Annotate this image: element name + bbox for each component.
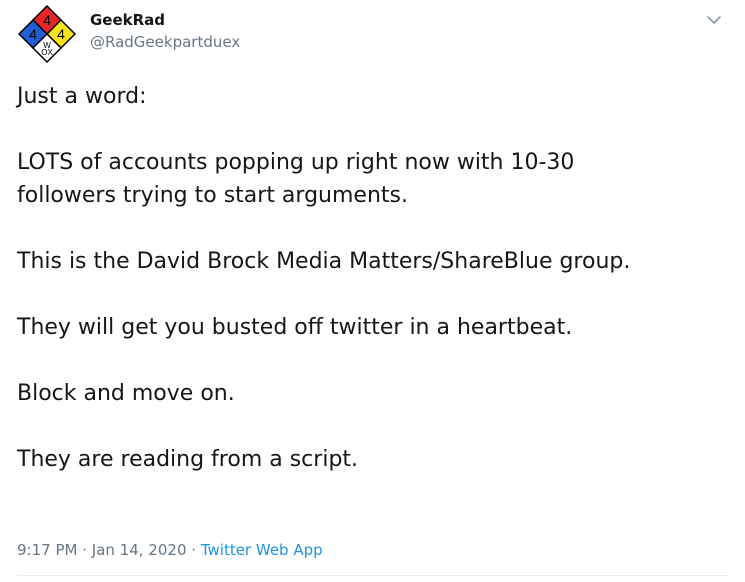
- tweet-card: 4 4 4 W OX GeekRad @RadGeekpartduex Just…: [0, 0, 745, 582]
- tweet-line: Just a word:: [17, 84, 147, 109]
- tweet-line: They will get you busted off twitter in …: [17, 315, 573, 340]
- tweet-text: Just a word: LOTS of accounts popping up…: [17, 80, 732, 476]
- tweet-line: LOTS of accounts popping up right now wi…: [17, 150, 575, 175]
- tweet-line: They are reading from a script.: [17, 447, 359, 472]
- author-handle[interactable]: @RadGeekpartduex: [90, 32, 240, 52]
- tweet-meta: 9:17 PM · Jan 14, 2020 · Twitter Web App: [17, 540, 323, 560]
- divider: [17, 575, 728, 576]
- chevron-down-icon: [707, 16, 721, 24]
- avatar-bottom-text-2: OX: [41, 48, 53, 57]
- avatar-right-number: 4: [57, 26, 65, 42]
- avatar-top-number: 4: [43, 12, 51, 28]
- avatar[interactable]: 4 4 4 W OX: [17, 4, 77, 64]
- tweet-line: Block and move on.: [17, 381, 235, 406]
- tweet-menu-button[interactable]: [705, 12, 723, 26]
- tweet-date[interactable]: Jan 14, 2020: [92, 541, 187, 559]
- author-names: GeekRad @RadGeekpartduex: [90, 10, 240, 52]
- author-display-name[interactable]: GeekRad: [90, 10, 240, 30]
- tweet-line: followers trying to start arguments.: [17, 183, 408, 208]
- meta-separator: ·: [82, 541, 88, 559]
- tweet-source-link[interactable]: Twitter Web App: [201, 541, 323, 559]
- nfpa-diamond-icon: 4 4 4 W OX: [17, 4, 77, 64]
- meta-separator: ·: [191, 541, 197, 559]
- tweet-line: This is the David Brock Media Matters/Sh…: [17, 249, 631, 274]
- avatar-left-number: 4: [29, 26, 37, 42]
- tweet-time[interactable]: 9:17 PM: [17, 541, 77, 559]
